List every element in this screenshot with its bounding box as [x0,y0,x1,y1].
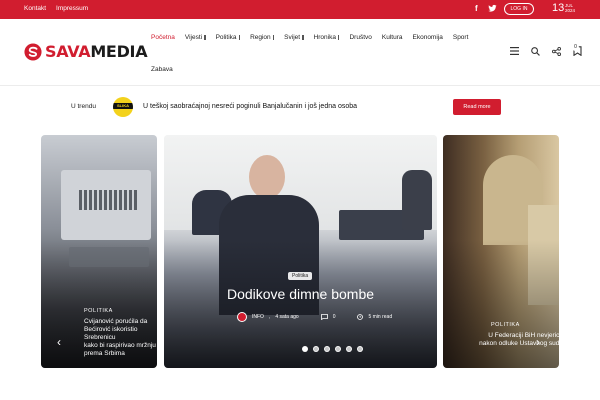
slide-main-category[interactable]: Politika [288,272,313,280]
nav-row-2: Zabava [151,64,501,74]
menu-icon[interactable] [510,47,519,55]
nav-item-region[interactable]: Region [250,34,275,41]
nav-item-drustvo[interactable]: Društvo [349,34,371,41]
slide-main-card[interactable]: Politika Dodikove dimne bombe INFO , 4 s… [164,135,437,368]
logo-mark-icon [24,42,42,61]
slide-main-title[interactable]: Dodikove dimne bombe [164,286,437,302]
nav-item-pocetna[interactable]: Početna [151,34,175,41]
header-divider [0,85,600,86]
nav-item-sport[interactable]: Sport [453,34,469,41]
slide-left-title[interactable]: Cvijanović porućila da Bećirović iskoris… [84,318,157,358]
slide-left-title-line: kako bi raspirivao mržnju [84,342,156,349]
slider-dot[interactable] [335,346,341,352]
trending-thumbnail[interactable]: SLIKA [113,97,133,117]
login-button[interactable]: LOG IN [504,3,534,15]
slide-left-title-line: prema Srbima [84,350,125,357]
link-impressum[interactable]: Impressum [56,5,88,12]
submenu-indicator-icon [238,34,241,40]
main-nav: Početna Vijesti Politika Region Svijet H… [151,32,501,74]
trending-headline[interactable]: U teškoj saobraćajnoj nesreći poginuli B… [143,103,357,110]
facebook-icon[interactable]: f [475,4,478,13]
bookmark-count-badge: 0 [572,44,579,51]
post-time: 4 sata ago [275,314,299,320]
comment-count[interactable]: 0 [333,314,336,320]
slide-right-title[interactable]: U Federaciji BiH nevjerica nakon odluke … [443,332,559,348]
person-right-image [402,170,432,230]
read-time: 5 min read [368,314,393,320]
twitter-icon[interactable] [488,4,497,13]
date-day: 13 [552,2,565,14]
slide-main-overlay [164,239,437,368]
read-more-button[interactable]: Read more [453,99,501,115]
meta-separator: , [268,314,271,320]
author-name[interactable]: INFO [252,314,264,320]
search-icon[interactable] [531,46,540,56]
slide-left-card[interactable]: POLITIKA Cvijanović porućila da Bećirovi… [41,135,157,368]
slide-right-overlay [443,239,559,368]
slide-right-title-line: nakon odluke Ustavnog suda [479,340,559,347]
slider-next-arrow-icon[interactable]: › [536,335,540,349]
slide-left-title-line: Bećirović iskoristio Srebrenicu [84,326,138,341]
nav-item-vijesti[interactable]: Vijesti [185,34,206,41]
date-year: 2024 [565,8,576,13]
slider-dot[interactable] [313,346,319,352]
nav-item-politika[interactable]: Politika [216,34,241,41]
top-links: Kontakt Impressum [24,5,88,12]
slider-dot[interactable] [357,346,363,352]
logo-text-media: MEDIA [90,42,148,61]
slide-left-title-line: Cvijanović porućila da [84,318,148,325]
slide-left-category[interactable]: POLITIKA [84,308,113,314]
slider-prev-arrow-icon[interactable]: ‹ [57,335,61,349]
trending-label: U trendu [71,103,96,110]
submenu-indicator-icon [337,34,340,40]
slider-pagination [302,346,363,352]
nav-item-zabava[interactable]: Zabava [151,66,173,73]
comment-icon [320,314,328,320]
slider-dot[interactable] [302,346,308,352]
sign-columns-image [79,190,139,210]
link-kontakt[interactable]: Kontakt [24,5,46,12]
clock-icon [357,314,364,320]
nav-item-ekonomija[interactable]: Ekonomija [413,34,443,41]
date-month-year: JUL 2024 [565,3,575,13]
nav-item-svijet[interactable]: Svijet [284,34,304,41]
trending-thumb-text: SLIKA [113,103,133,109]
submenu-indicator-icon [302,34,304,40]
site-logo[interactable]: SAVA MEDIA [24,42,148,61]
nav-item-hronika[interactable]: Hronika [314,34,340,41]
top-bar: Kontakt Impressum f LOG IN 13 JUL 2024 [0,0,600,19]
nav-item-kultura[interactable]: Kultura [382,34,403,41]
slider-dot[interactable] [346,346,352,352]
logo-text-sava: SAVA [45,42,91,61]
share-icon[interactable] [552,46,561,56]
slide-right-title-line: U Federaciji BiH nevjerica [488,332,559,339]
submenu-indicator-icon [272,34,275,40]
slide-main-meta: INFO , 4 sata ago 0 5 min read [237,312,392,322]
submenu-indicator-icon [204,34,206,40]
slider-dot[interactable] [324,346,330,352]
slide-right-category[interactable]: POLITIKA [491,322,520,328]
nav-row-1: Početna Vijesti Politika Region Svijet H… [151,32,501,42]
author-logo-icon [238,313,246,321]
avatar[interactable] [237,312,247,322]
speaker-head-image [249,155,285,199]
slide-right-card[interactable]: POLITIKA U Federaciji BiH nevjerica nako… [443,135,559,368]
